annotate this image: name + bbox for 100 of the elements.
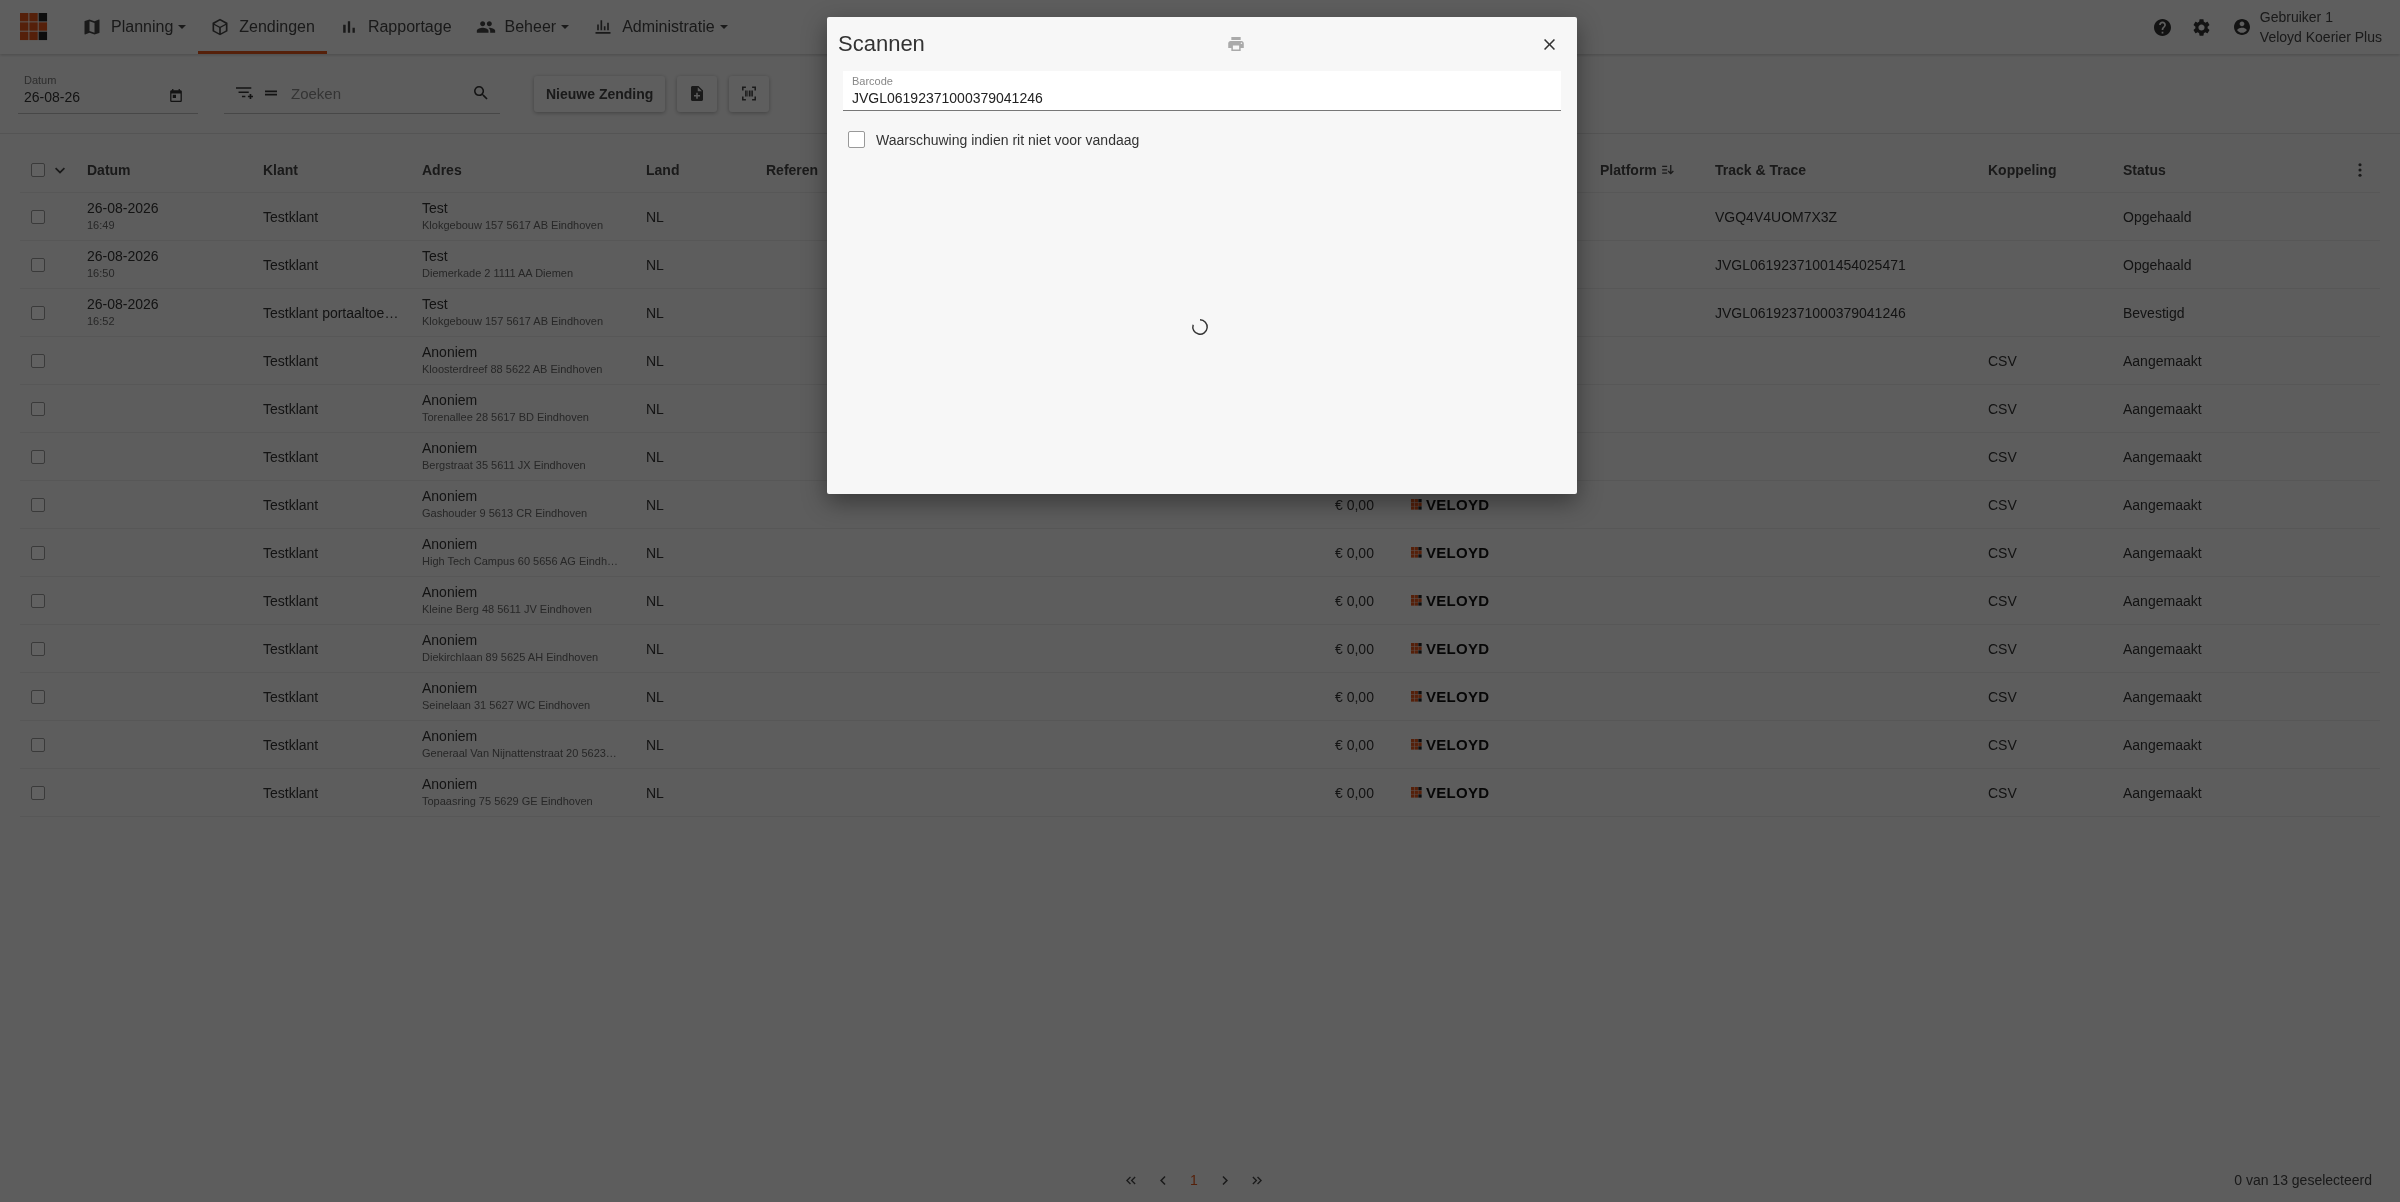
dialog-title: Scannen [838,31,925,57]
settings-icon[interactable] [2192,18,2210,36]
column-header[interactable]: Koppeling [1988,162,2057,178]
add-file-button[interactable] [677,75,718,112]
row-checkbox[interactable] [30,545,45,560]
column-header[interactable]: Platform [1600,162,1657,178]
row-checkbox[interactable] [30,209,45,224]
carrier-name: VELOYD [1426,640,1490,657]
row-checkbox[interactable] [30,449,45,464]
column-header[interactable]: Datum [87,162,131,178]
row-checkbox[interactable] [30,401,45,416]
column-header[interactable]: Adres [422,162,462,178]
link-type: CSV [1988,688,2017,705]
column-header[interactable]: Status [2123,162,2166,178]
row-checkbox[interactable] [30,785,45,800]
price-text: € 0,00 [1335,544,1374,561]
address-name: Test [422,247,449,265]
caret-icon [178,25,187,29]
nav-tab[interactable]: Rapportage [326,0,464,54]
user-name: Gebruiker 1 [2259,8,2334,27]
address-name: Test [422,199,449,217]
row-checkbox[interactable] [30,737,45,752]
calendar-icon[interactable] [170,88,182,102]
search-icon[interactable] [474,86,488,100]
chevron-down-icon[interactable] [55,166,65,174]
previous-page-icon[interactable] [1158,1175,1168,1185]
status-text: Aangemaakt [2123,496,2202,513]
row-checkbox[interactable] [30,305,45,320]
status-text: Aangemaakt [2123,544,2202,561]
status-text: Aangemaakt [2123,592,2202,609]
column-header[interactable]: Track & Trace [1715,162,1807,178]
row-checkbox[interactable] [30,497,45,512]
filter-add-icon[interactable] [236,86,253,100]
country-code: NL [646,256,664,273]
help-icon[interactable] [2153,18,2171,36]
row-checkbox[interactable] [30,593,45,608]
caret-icon [561,25,570,29]
chart-icon [593,17,614,37]
logo-icon [1411,691,1422,702]
logo-icon [1411,643,1422,654]
country-code: NL [646,736,664,753]
logo-icon [1411,739,1422,750]
carrier-name: VELOYD [1426,688,1490,705]
country-code: NL [646,304,664,321]
logo-icon [1411,499,1422,510]
logo-icon [1411,547,1422,558]
scan-button[interactable] [729,75,770,112]
carrier-name: VELOYD [1426,736,1490,753]
last-page-icon[interactable] [1251,1175,1262,1185]
nav-tab[interactable]: Administratie [581,0,740,54]
print-icon[interactable] [1228,37,1244,51]
more-options-icon[interactable] [2358,163,2362,177]
column-header[interactable]: Referen [766,162,819,178]
logo-icon [1411,787,1422,798]
status-text: Aangemaakt [2123,688,2202,705]
country-code: NL [646,640,664,657]
address-name: Anoniem [422,535,479,553]
sort-icon[interactable] [1661,165,1674,175]
price-text: € 0,00 [1335,688,1374,705]
nav-tab[interactable]: Planning [70,0,199,54]
select-all-checkbox[interactable] [30,163,45,177]
country-code: NL [646,544,664,561]
row-checkbox[interactable] [30,689,45,704]
first-page-icon[interactable] [1126,1175,1136,1185]
address-name: Anoniem [422,487,479,505]
column-header[interactable]: Klant [263,162,298,178]
row-checkbox[interactable] [30,641,45,656]
address-name: Test [422,295,449,313]
client-name: Testklant [263,208,319,225]
nav-tab[interactable]: Beheer [463,0,582,54]
country-code: NL [646,688,664,705]
client-name: Testklant [263,544,319,561]
new-shipment-button[interactable]: Nieuwe Zending [534,75,666,112]
client-name: Testklant [263,640,319,657]
client-name: Testklant portaaltoe… [263,304,399,321]
nav-tab[interactable]: Zendingen [198,0,327,54]
column-header[interactable]: Land [646,162,680,178]
warning-checkbox[interactable] [848,131,865,148]
country-code: NL [646,400,664,417]
track-trace-code: VGQ4V4UOM7X3Z [1715,208,1838,225]
close-icon[interactable] [1544,38,1555,50]
status-text: Aangemaakt [2123,448,2202,465]
link-type: CSV [1988,400,2017,417]
link-type: CSV [1988,352,2017,369]
row-checkbox[interactable] [30,353,45,368]
client-name: Testklant [263,592,319,609]
map-icon [82,17,102,37]
price-text: € 0,00 [1335,736,1374,753]
price-text: € 0,00 [1335,784,1374,801]
logo-icon [20,13,48,41]
account-icon[interactable] [2233,19,2250,35]
row-checkbox[interactable] [30,257,45,272]
status-text: Aangemaakt [2123,784,2202,801]
page-number[interactable]: 1 [1190,1172,1198,1188]
carrier-name: VELOYD [1426,592,1490,609]
link-type: CSV [1988,784,2017,801]
client-name: Testklant [263,784,319,801]
address-name: Anoniem [422,775,479,793]
equals-icon[interactable] [265,90,277,96]
barcode-scan-icon [742,86,757,101]
